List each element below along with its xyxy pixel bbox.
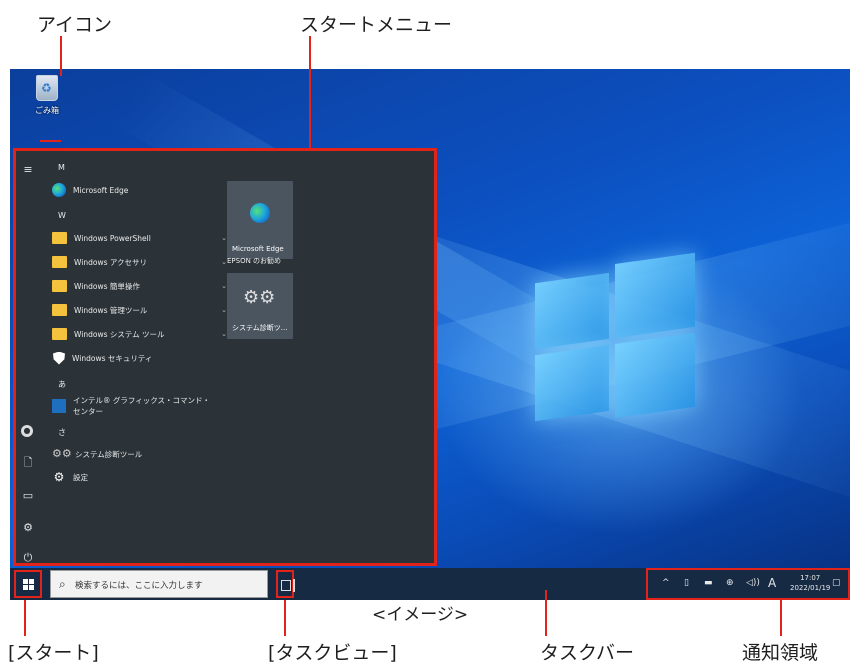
- settings-gear-icon[interactable]: ⚙: [21, 521, 35, 535]
- annotation-line-start: [24, 600, 26, 636]
- folder-icon: [52, 280, 67, 292]
- clock-date: 2022/01/19: [790, 584, 831, 592]
- letter-header-m[interactable]: M: [58, 163, 65, 172]
- search-box[interactable]: ⌕ 検索するには、ここに入力します: [50, 570, 268, 598]
- recycle-bin-icon: [36, 75, 58, 101]
- task-view-icon: [281, 579, 295, 592]
- clock[interactable]: 17:07 2022/01/19: [790, 573, 830, 593]
- gears-icon: ⚙⚙: [243, 287, 276, 308]
- folder-icon: [52, 256, 67, 268]
- volume-icon[interactable]: ◁)): [746, 578, 760, 588]
- battery-icon[interactable]: ▬: [704, 578, 713, 588]
- annotation-line-icon: [60, 36, 62, 76]
- windows-wallpaper-logo: [535, 252, 695, 425]
- app-system-diagnostics[interactable]: ⚙⚙ システム診断ツール: [52, 444, 217, 464]
- annotation-line-taskbar: [545, 590, 547, 636]
- app-microsoft-edge[interactable]: Microsoft Edge: [52, 180, 217, 200]
- tile-microsoft-edge[interactable]: Microsoft Edge: [227, 181, 293, 259]
- power-icon[interactable]: ⏻: [21, 551, 35, 565]
- letter-header-a[interactable]: あ: [58, 379, 66, 390]
- device-icon[interactable]: ▯: [684, 578, 689, 588]
- app-label: システム診断ツール: [75, 449, 143, 459]
- app-label: 設定: [73, 472, 88, 482]
- network-globe-icon[interactable]: ⊕: [726, 578, 734, 588]
- app-list: M Microsoft Edge W Windows PowerShell ⌄ …: [52, 151, 227, 563]
- app-settings[interactable]: ⚙ 設定: [52, 467, 217, 487]
- search-placeholder: 検索するには、ここに入力します: [75, 581, 203, 591]
- app-windows-accessories[interactable]: Windows アクセサリ ⌄: [52, 252, 227, 272]
- app-windows-powershell[interactable]: Windows PowerShell ⌄: [52, 228, 227, 248]
- app-label: Microsoft Edge: [73, 185, 129, 195]
- app-label: Windows アクセサリ: [74, 257, 147, 267]
- tile-group-header: EPSON のお勧め: [227, 257, 282, 265]
- app-label: Windows PowerShell: [74, 233, 151, 243]
- chevron-up-icon[interactable]: ^: [662, 578, 670, 588]
- annotation-icon: アイコン: [37, 14, 113, 36]
- recycle-bin-desktop-icon[interactable]: ごみ箱: [32, 75, 62, 116]
- intel-graphics-icon: [52, 399, 66, 413]
- annotation-line-start-menu: [309, 36, 311, 150]
- recycle-bin-label: ごみ箱: [35, 106, 59, 115]
- tile-label: Microsoft Edge: [232, 245, 284, 253]
- hamburger-menu-icon[interactable]: ≡: [21, 163, 35, 177]
- start-menu: ≡ ● 🗋 ▭ ⚙ ⏻ M Microsoft Edge W Windows P…: [13, 148, 437, 566]
- settings-icon: ⚙: [53, 470, 65, 484]
- annotation-line-icon-tail: [40, 140, 61, 142]
- app-windows-admin-tools[interactable]: Windows 管理ツール ⌄: [52, 300, 227, 320]
- folder-icon: [52, 232, 67, 244]
- user-account-icon[interactable]: ●: [21, 425, 33, 437]
- ime-indicator[interactable]: A: [768, 576, 776, 590]
- annotation-image-note: <イメージ>: [372, 605, 469, 625]
- search-icon: ⌕: [59, 577, 66, 591]
- annotation-task-view: [タスクビュー]: [268, 642, 397, 664]
- edge-icon: [250, 203, 270, 223]
- letter-header-w[interactable]: W: [58, 211, 66, 220]
- action-center-icon[interactable]: ▢: [832, 578, 841, 588]
- app-windows-security[interactable]: Windows セキュリティ: [52, 348, 217, 368]
- windows-logo-icon: [23, 579, 34, 590]
- task-view-button[interactable]: [276, 570, 295, 598]
- annotation-start: [スタート]: [8, 642, 99, 664]
- app-label: Windows 簡単操作: [74, 281, 140, 291]
- documents-icon[interactable]: 🗋: [21, 456, 35, 470]
- letter-header-sa[interactable]: さ: [58, 427, 66, 438]
- app-windows-system-tools[interactable]: Windows システム ツール ⌄: [52, 324, 227, 344]
- taskbar: ⌕ 検索するには、ここに入力します ^ ▯ ▬ ⊕ ◁)) A 17:07 20…: [10, 568, 850, 600]
- tile-system-diagnostics[interactable]: ⚙⚙ システム診断ツ...: [227, 273, 293, 339]
- start-button[interactable]: [14, 570, 42, 598]
- start-menu-rail: ≡ ● 🗋 ▭ ⚙ ⏻: [16, 151, 42, 565]
- notification-area: ^ ▯ ▬ ⊕ ◁)) A 17:07 2022/01/19 ▢: [646, 568, 850, 600]
- shield-icon: [53, 351, 65, 365]
- app-label: Windows 管理ツール: [74, 305, 148, 315]
- edge-icon: [52, 183, 66, 197]
- annotation-line-notification: [780, 600, 782, 636]
- pictures-icon[interactable]: ▭: [21, 489, 35, 503]
- app-label: Windows システム ツール: [74, 329, 165, 339]
- annotation-start-menu: スタートメニュー: [300, 14, 453, 36]
- tile-label: システム診断ツ...: [232, 324, 288, 332]
- annotation-notification-area: 通知領域: [742, 642, 819, 664]
- clock-time: 17:07: [800, 574, 821, 582]
- app-intel-graphics[interactable]: インテル® グラフィックス・コマンド・センター: [52, 396, 217, 416]
- app-windows-ease-of-access[interactable]: Windows 簡単操作 ⌄: [52, 276, 227, 296]
- folder-icon: [52, 304, 67, 316]
- annotation-taskbar: タスクバー: [540, 642, 635, 664]
- app-label: インテル® グラフィックス・コマンド・センター: [73, 396, 211, 416]
- app-label: Windows セキュリティ: [72, 353, 153, 363]
- folder-icon: [52, 328, 67, 340]
- gears-icon: ⚙⚙: [52, 447, 72, 460]
- annotation-line-task-view: [284, 600, 286, 636]
